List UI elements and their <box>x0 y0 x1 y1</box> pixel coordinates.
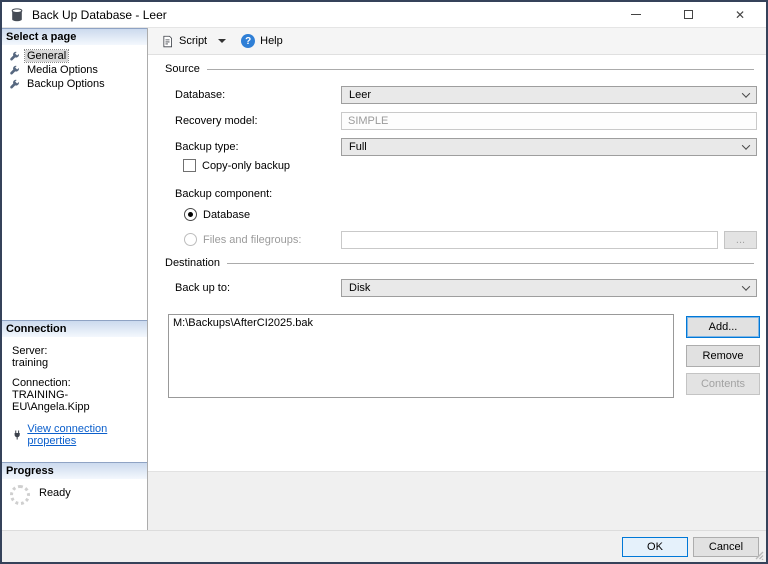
connection-section: Connection Server: training Connection: … <box>2 320 147 447</box>
sidebar: Select a page General Media Options Back… <box>2 28 148 530</box>
database-radio-label: Database <box>203 209 250 221</box>
files-filegroups-radio-label: Files and filegroups: <box>203 234 301 246</box>
dialog-body: Select a page General Media Options Back… <box>2 28 766 530</box>
sidebar-item-general[interactable]: General <box>2 49 147 63</box>
minimize-button[interactable] <box>610 2 662 27</box>
database-label: Database: <box>175 86 225 104</box>
wrench-icon <box>9 79 20 90</box>
copy-only-backup-checkbox[interactable] <box>183 159 196 172</box>
resize-grip[interactable] <box>755 551 764 560</box>
ok-button[interactable]: OK <box>622 537 688 557</box>
connection-header: Connection <box>2 320 147 337</box>
contents-button: Contents <box>686 373 760 395</box>
backup-database-dialog: Back Up Database - Leer ✕ Select a page … <box>0 0 768 564</box>
script-button[interactable]: Script <box>157 32 211 51</box>
sidebar-item-media-options[interactable]: Media Options <box>2 63 147 77</box>
recovery-model-label: Recovery model: <box>175 112 258 130</box>
database-icon <box>10 8 24 22</box>
maximize-button[interactable] <box>662 2 714 27</box>
server-value: training <box>12 357 141 369</box>
footer-bar: OK Cancel <box>2 530 766 562</box>
source-group-header: Source <box>165 63 754 75</box>
database-selected-value: Leer <box>349 89 371 101</box>
progress-status: Ready <box>39 485 71 499</box>
connection-label: Connection: <box>12 377 141 389</box>
backup-type-selected-value: Full <box>349 141 367 153</box>
script-dropdown-icon[interactable] <box>218 39 226 43</box>
chevron-down-icon <box>742 282 750 290</box>
title-bar: Back Up Database - Leer ✕ <box>2 2 766 28</box>
page-list: General Media Options Backup Options <box>2 45 147 91</box>
close-icon: ✕ <box>735 9 745 21</box>
backup-destination-list[interactable]: M:\Backups\AfterCI2025.bak <box>168 314 674 398</box>
server-label: Server: <box>12 345 141 357</box>
source-group-label: Source <box>165 63 200 75</box>
backup-path-item[interactable]: M:\Backups\AfterCI2025.bak <box>173 317 669 329</box>
script-label: Script <box>179 35 207 47</box>
help-button[interactable]: ? Help <box>237 31 287 51</box>
remove-button[interactable]: Remove <box>686 345 760 367</box>
toolbar: Script ? Help <box>148 28 766 55</box>
spinner-icon <box>10 485 30 505</box>
group-rule <box>207 69 754 70</box>
close-button[interactable]: ✕ <box>714 2 766 27</box>
backup-component-label: Backup component: <box>175 185 272 203</box>
copy-only-backup-row: Copy-only backup <box>183 159 290 172</box>
progress-section: Progress Ready <box>2 462 147 505</box>
wrench-icon <box>9 65 20 76</box>
add-button[interactable]: Add... <box>686 316 760 338</box>
group-rule <box>227 263 754 264</box>
wrench-icon <box>9 51 20 62</box>
help-icon: ? <box>241 34 255 48</box>
backup-type-label: Backup type: <box>175 138 239 156</box>
back-up-to-select[interactable]: Disk <box>341 279 757 297</box>
window-title: Back Up Database - Leer <box>32 8 167 22</box>
help-label: Help <box>260 35 283 47</box>
view-connection-properties-link[interactable]: View connection properties <box>27 423 141 447</box>
chevron-down-icon <box>742 89 750 97</box>
connection-value: TRAINING-EU\Angela.Kipp <box>12 389 141 413</box>
recovery-model-field <box>341 112 757 130</box>
files-filegroups-radio-row: Files and filegroups: <box>184 233 301 246</box>
backup-type-select[interactable]: Full <box>341 138 757 156</box>
back-up-to-selected-value: Disk <box>349 282 370 294</box>
destination-group-label: Destination <box>165 257 220 269</box>
script-icon <box>161 35 174 48</box>
copy-only-backup-label: Copy-only backup <box>202 160 290 172</box>
connection-properties-icon <box>12 429 22 441</box>
maximize-icon <box>684 10 693 19</box>
progress-header: Progress <box>2 462 147 479</box>
back-up-to-label: Back up to: <box>175 279 230 297</box>
chevron-down-icon <box>742 141 750 149</box>
minimize-icon <box>631 14 641 15</box>
sidebar-item-label: Media Options <box>25 64 100 76</box>
database-radio[interactable] <box>184 208 197 221</box>
sidebar-item-backup-options[interactable]: Backup Options <box>2 77 147 91</box>
cancel-button[interactable]: Cancel <box>693 537 759 557</box>
select-a-page-header: Select a page <box>2 28 147 45</box>
files-filegroups-field <box>341 231 718 249</box>
general-page-panel: Source Database: Leer Recovery model: Ba… <box>148 55 766 472</box>
sidebar-item-label: General <box>25 50 68 62</box>
destination-group-header: Destination <box>165 257 754 269</box>
sidebar-item-label: Backup Options <box>25 78 107 90</box>
database-select[interactable]: Leer <box>341 86 757 104</box>
files-filegroups-radio <box>184 233 197 246</box>
database-radio-row: Database <box>184 208 250 221</box>
browse-files-button: ... <box>724 231 757 249</box>
